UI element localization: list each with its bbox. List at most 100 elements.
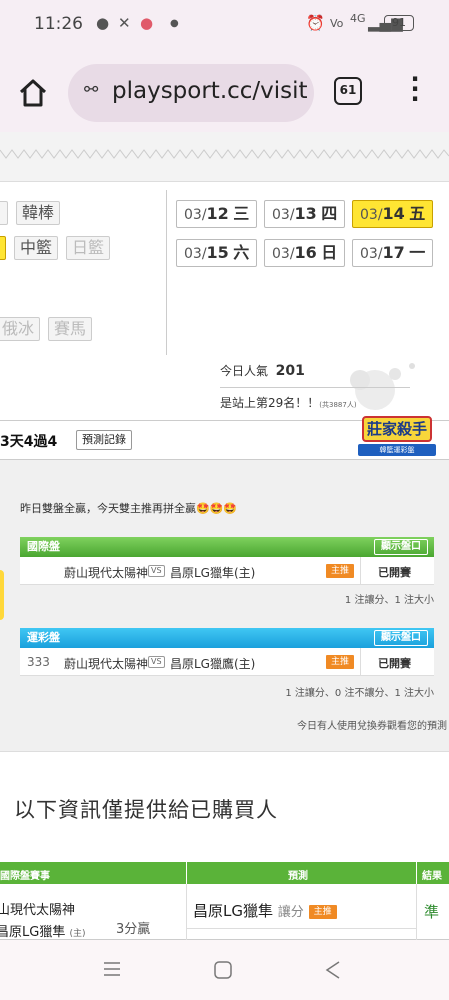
side-tab[interactable]	[0, 570, 4, 620]
lottery-note: 1 注讓分、0 注不讓分、1 注大小	[285, 688, 434, 699]
alarm-icon: ⏰	[306, 14, 325, 32]
date-weekday: 六	[233, 243, 250, 262]
voucher-note: 今日有人使用兌換券觀看您的預測	[297, 721, 447, 732]
buyers-heading: 以下資訊僅提供給已購買人	[14, 798, 278, 822]
site-settings-icon[interactable]: ⚯	[84, 80, 98, 100]
col-divider	[416, 884, 417, 940]
game-number: 333	[27, 655, 50, 669]
main-pick-badge: 主推	[326, 564, 355, 578]
row-pick: 昌原LG獵隼	[193, 902, 273, 920]
date-day: 12	[206, 204, 229, 223]
url-text[interactable]: playsport.cc/visit	[112, 78, 308, 104]
sport-tag-korean-baseball[interactable]: 韓棒	[16, 201, 61, 225]
chat-icon: ●	[96, 14, 110, 32]
cell-divider	[360, 557, 361, 585]
more-notifications-icon: ●	[170, 18, 179, 29]
intl-title: 國際盤	[27, 540, 60, 553]
panel-intro: 昨日雙盤全贏，今天雙主推再拼全贏🤩🤩🤩	[20, 502, 238, 515]
status-time: 11:26	[34, 14, 83, 34]
date-weekday: 日	[321, 243, 338, 262]
date-weekday: 三	[233, 204, 250, 223]
row-team2-line: 昌原LG獵隼 (主)	[0, 921, 86, 940]
intl-game-row[interactable]: 蔚山現代太陽神 VS 昌原LG獵隼(主) 主推 已開賽	[20, 557, 434, 585]
date-month: 03/	[360, 246, 383, 262]
home-icon[interactable]	[16, 76, 50, 110]
column-divider	[166, 190, 167, 355]
browser-toolbar: ⚯ playsport.cc/visit 61 · · ·	[0, 50, 449, 132]
intl-note: 1 注讓分、1 注大小	[344, 595, 434, 606]
lottery-game-row[interactable]: 333 蔚山現代太陽神 VS 昌原LG獵鷹(主) 主推 已開賽	[20, 648, 434, 676]
battery-icon: 91	[384, 15, 414, 31]
tab-switcher-button[interactable]: 61	[334, 77, 362, 105]
date-button-0312[interactable]: 03/12 三	[176, 200, 258, 228]
col-header-game: 國際盤賽事	[0, 871, 50, 882]
network-type: 4G	[350, 12, 366, 25]
rank-text: 是站上第29名！！	[220, 396, 320, 410]
sport-tag-selected[interactable]	[0, 236, 6, 260]
row-team2: 昌原LG獵隼	[0, 925, 66, 940]
system-nav-bar	[0, 940, 449, 1000]
col-divider	[416, 862, 417, 884]
date-day: 14	[382, 204, 405, 223]
away-team: 蔚山現代太陽神	[64, 566, 149, 580]
sport-tag-horse-racing[interactable]: 賽馬	[48, 317, 93, 341]
recent-apps-icon[interactable]	[102, 960, 122, 978]
date-day: 15	[206, 243, 229, 262]
logo-subtitle: 韓籃運彩盤	[358, 444, 436, 456]
col-header-result: 結果	[422, 871, 442, 882]
date-button-0316[interactable]: 03/16 日	[264, 239, 346, 267]
prediction-record-button[interactable]: 預測記錄	[76, 430, 132, 450]
back-nav-icon[interactable]	[324, 960, 342, 980]
buyers-table-header: 國際盤賽事 預測 結果	[0, 862, 449, 884]
date-button-0313[interactable]: 03/13 四	[264, 200, 346, 228]
app-notification-icon: ●	[140, 14, 154, 32]
stats-divider	[220, 387, 410, 388]
missed-call-icon: ✕	[118, 14, 131, 32]
rank-total: (共3887人)	[319, 401, 357, 409]
date-month: 03/	[360, 207, 383, 223]
col-header-prediction: 預測	[288, 871, 308, 882]
sport-tag-partial[interactable]	[0, 201, 8, 225]
date-weekday: 一	[409, 243, 426, 262]
col-divider	[186, 884, 187, 940]
lottery-section: 運彩盤 顯示盤口 333 蔚山現代太陽神 VS 昌原LG獵鷹(主) 主推 已開賽…	[20, 628, 434, 699]
main-pick-badge: 主推	[326, 655, 355, 669]
buyers-table-row: 蔚山現代太陽神 昌原LG獵隼 (主) 3分贏 昌原LG獵隼 讓分 主推 準	[0, 884, 449, 940]
lottery-show-odds-button[interactable]: 顯示盤口	[374, 630, 428, 646]
lottery-title: 運彩盤	[27, 631, 60, 644]
date-month: 03/	[272, 207, 295, 223]
zigzag-divider	[0, 149, 449, 159]
home-nav-icon[interactable]	[213, 960, 233, 980]
date-day: 16	[294, 243, 317, 262]
menu-icon[interactable]: · · ·	[408, 67, 422, 111]
row-team1: 蔚山現代太陽神	[0, 903, 76, 918]
date-day: 17	[382, 243, 405, 262]
date-month: 03/	[184, 246, 207, 262]
sport-tag-khl[interactable]: 俄冰	[0, 317, 41, 341]
col-divider	[186, 862, 187, 884]
sport-tag-cba[interactable]: 中籃	[14, 236, 59, 260]
vs-icon: VS	[148, 656, 165, 668]
sport-tag-japan-basketball[interactable]: 日籃	[66, 236, 111, 260]
date-button-0314-selected[interactable]: 03/14 五	[352, 200, 434, 228]
game-status: 已開賽	[378, 657, 411, 670]
prediction-panel: 昨日雙盤全贏，今天雙主推再拼全贏🤩🤩🤩 國際盤 顯示盤口 蔚山現代太陽神 VS …	[0, 460, 449, 752]
lottery-bar: 運彩盤 顯示盤口	[20, 628, 434, 648]
volte-icon: Vo	[330, 17, 344, 30]
status-bar: 11:26 ● ✕ ● ● ⏰ Vo 4G ▂▄▆ 91	[0, 0, 449, 50]
date-day: 13	[294, 204, 317, 223]
date-button-0317[interactable]: 03/17 一	[352, 239, 434, 267]
row-result: 準	[424, 903, 440, 921]
row-pick-type: 讓分	[277, 905, 304, 920]
date-button-0315[interactable]: 03/15 六	[176, 239, 258, 267]
intl-show-odds-button[interactable]: 顯示盤口	[374, 539, 428, 555]
bookmaker-killer-logo: 莊家殺手 韓籃運彩盤	[356, 414, 440, 458]
row-score: 3分贏	[116, 922, 151, 937]
intl-bar: 國際盤 顯示盤口	[20, 537, 434, 557]
popularity-line: 今日人氣 201	[220, 362, 305, 379]
home-team: 昌原LG獵隼(主)	[170, 566, 256, 580]
vs-icon: VS	[148, 565, 165, 577]
home-tag: (主)	[69, 929, 86, 939]
popularity-label: 今日人氣	[220, 364, 269, 378]
row-pick-line: 昌原LG獵隼 讓分 主推	[193, 900, 337, 921]
